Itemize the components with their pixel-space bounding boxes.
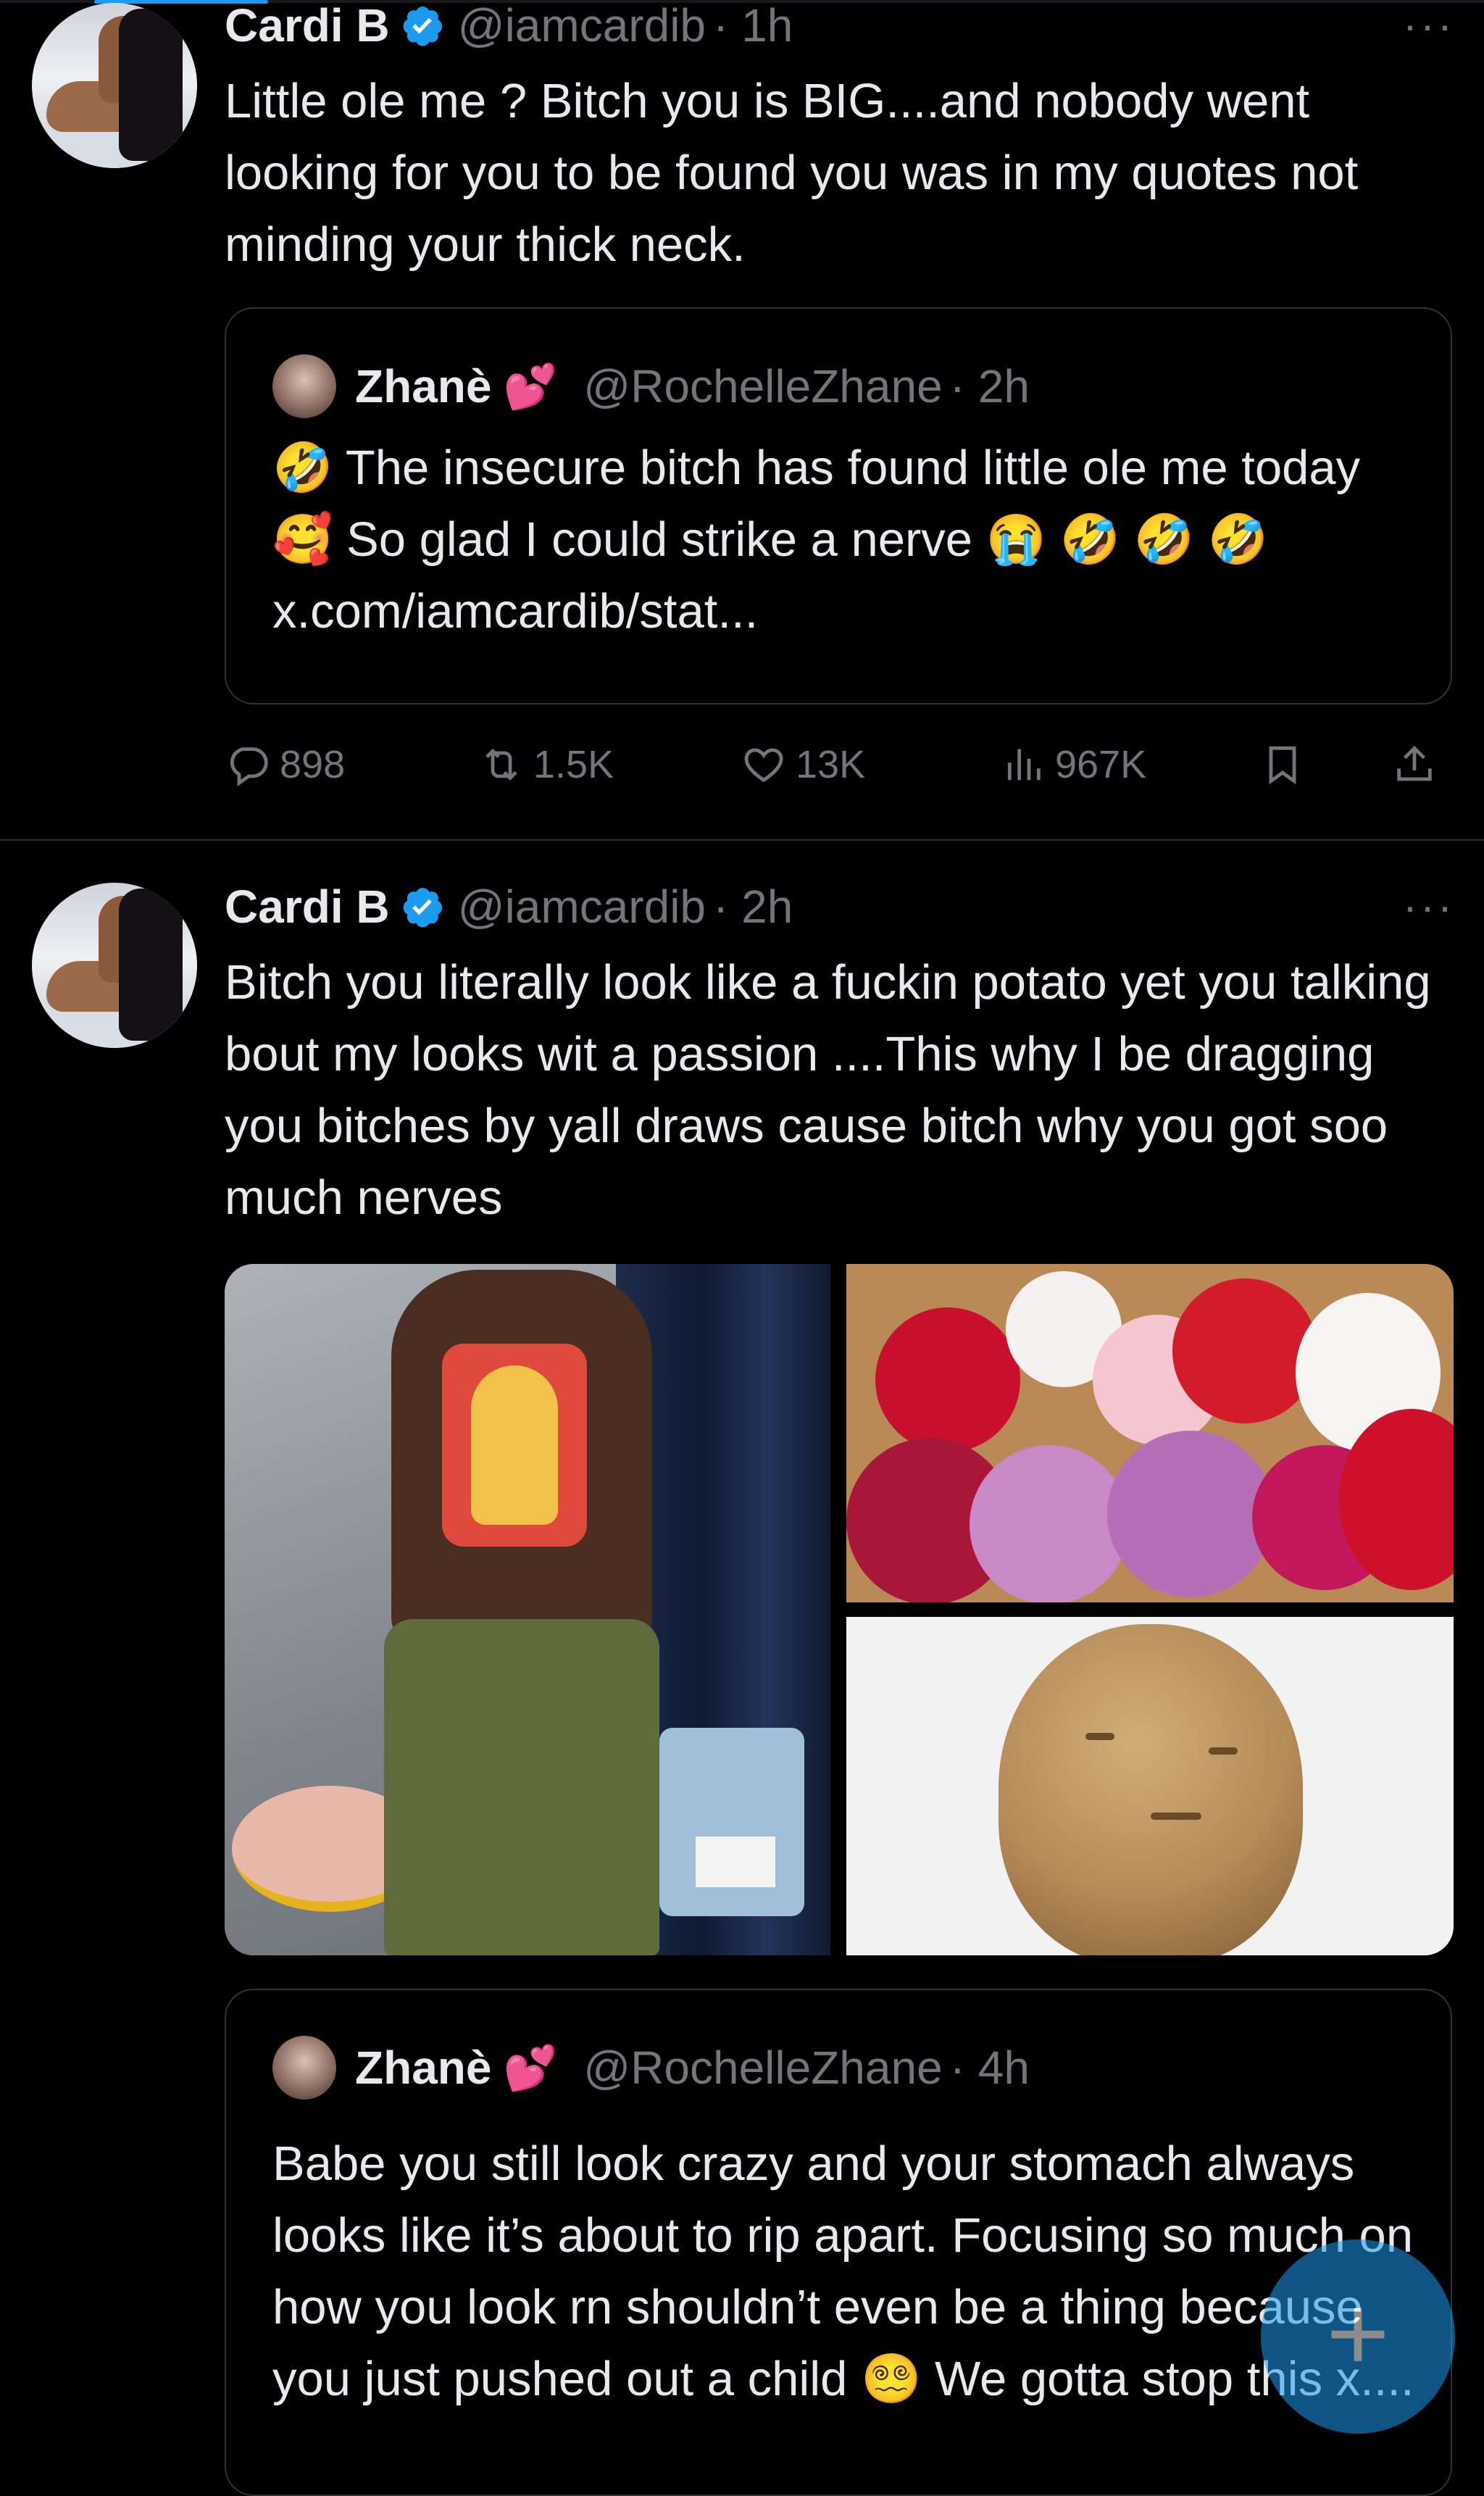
photo-woman-tshirt[interactable]: [225, 1264, 830, 1955]
quote-header: Zhanè 💕 @RochelleZhane · 2h: [272, 354, 1030, 419]
quote-author-name: Zhanè: [355, 360, 492, 412]
repost-button[interactable]: 1.5K: [478, 739, 614, 790]
compose-icon: +: [1326, 2272, 1390, 2394]
like-button[interactable]: 13K: [741, 739, 865, 790]
quote-time: · 4h: [949, 2042, 1030, 2094]
heart-emoji: 💕: [503, 2043, 558, 2092]
views-button[interactable]: 967K: [1000, 739, 1146, 790]
tweet-time[interactable]: · 2h: [713, 880, 793, 933]
share-icon: [1397, 745, 1432, 781]
reply-icon: [230, 747, 268, 786]
quote-header: Zhanè 💕 @RochelleZhane · 4h: [272, 2035, 1030, 2100]
author-name[interactable]: Cardi B: [225, 0, 390, 52]
more-icon[interactable]: ···: [1403, 0, 1455, 50]
tweet-text: Bitch you literally look like a fuckin p…: [225, 955, 1431, 1225]
quote-tweet[interactable]: Zhanè 💕 @RochelleZhane · 2h 🤣 The insecu…: [225, 307, 1452, 704]
quote-avatar: [272, 354, 336, 418]
quote-tweet[interactable]: Zhanè 💕 @RochelleZhane · 4h Babe you sti…: [225, 1989, 1452, 2496]
author-handle[interactable]: @iamcardib: [458, 0, 706, 52]
repost-count: 1.5K: [533, 743, 614, 786]
repost-icon: [485, 748, 517, 781]
photo-potato[interactable]: [846, 1617, 1454, 1955]
author-name[interactable]: Cardi B: [225, 880, 390, 933]
bookmark-button[interactable]: [1259, 739, 1314, 790]
tweet-time[interactable]: · 1h: [713, 0, 793, 52]
like-icon: [744, 748, 783, 783]
cardi-avatar[interactable]: [32, 883, 197, 1048]
views-count: 967K: [1055, 743, 1147, 786]
media-grid[interactable]: [225, 1264, 1454, 1955]
tweet-header: Cardi B @iamcardib · 2h: [225, 880, 793, 933]
photo-roses-bouquet[interactable]: [846, 1264, 1454, 1602]
views-icon: [1007, 749, 1041, 781]
compose-button[interactable]: +: [1261, 2239, 1455, 2434]
quote-text: 🤣 The insecure bitch has found little ol…: [272, 441, 1361, 638]
reply-button[interactable]: 898: [225, 739, 345, 790]
quote-author-handle: @RochelleZhane: [583, 360, 943, 412]
tweet-text: Little ole me ? Bitch you is BIG....and …: [225, 74, 1359, 272]
verified-badge-icon: [403, 7, 442, 46]
quote-time: · 2h: [949, 360, 1030, 412]
cardi-avatar[interactable]: [32, 3, 197, 168]
action-bar: 898 1.5K 13K 967K: [225, 739, 1456, 790]
heart-emoji: 💕: [503, 362, 558, 411]
author-handle[interactable]: @iamcardib: [458, 880, 706, 933]
quote-avatar: [272, 2036, 336, 2100]
share-button[interactable]: [1391, 739, 1446, 790]
like-count: 13K: [796, 743, 866, 786]
quote-author-name: Zhanè: [355, 2042, 492, 2094]
bookmark-icon: [1269, 746, 1296, 785]
tweet-header: Cardi B @iamcardib · 1h: [225, 0, 793, 51]
reply-count: 898: [280, 743, 346, 786]
verified-badge-icon: [403, 888, 442, 928]
more-icon[interactable]: ···: [1403, 881, 1455, 931]
quote-author-handle: @RochelleZhane: [583, 2042, 943, 2094]
quote-text: Babe you still look crazy and your stoma…: [272, 2137, 1414, 2406]
tweet-divider: [0, 839, 1484, 841]
